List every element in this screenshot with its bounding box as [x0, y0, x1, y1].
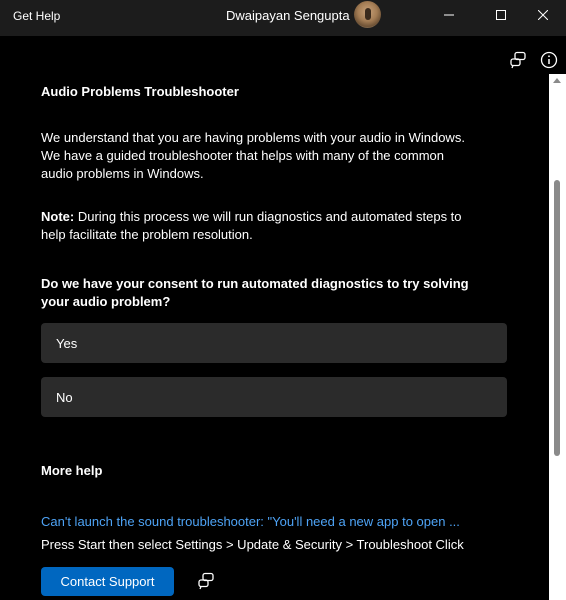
note-text: Note: During this process we will run di… — [41, 208, 471, 244]
yes-option[interactable]: Yes — [41, 323, 507, 363]
minimize-button[interactable] — [426, 0, 472, 30]
maximize-icon — [496, 10, 506, 20]
info-button[interactable] — [539, 50, 559, 70]
scroll-thumb[interactable] — [554, 180, 560, 456]
info-icon — [540, 51, 558, 69]
scroll-up-arrow-icon[interactable] — [553, 78, 561, 83]
vertical-scrollbar[interactable] — [549, 74, 566, 600]
close-icon — [538, 10, 548, 20]
help-article-description: Press Start then select Settings > Updat… — [41, 537, 464, 552]
no-label: No — [56, 389, 73, 405]
feedback-icon — [510, 51, 526, 69]
help-article-link[interactable]: Can't launch the sound troubleshooter: "… — [41, 514, 481, 529]
yes-label: Yes — [56, 335, 78, 351]
avatar[interactable] — [354, 1, 381, 28]
note-body: During this process we will run diagnost… — [41, 209, 462, 242]
close-button[interactable] — [520, 0, 566, 30]
note-label: Note: — [41, 209, 75, 224]
intro-text: We understand that you are having proble… — [41, 130, 465, 181]
more-help-heading: More help — [41, 463, 103, 478]
community-button[interactable] — [196, 571, 216, 591]
maximize-button[interactable] — [478, 0, 524, 30]
page-title: Audio Problems Troubleshooter — [41, 84, 239, 99]
contact-support-button[interactable]: Contact Support — [41, 567, 174, 596]
feedback-icon — [198, 572, 214, 590]
consent-question: Do we have your consent to run automated… — [41, 276, 469, 309]
user-name[interactable]: Dwaipayan Sengupta — [226, 8, 350, 23]
title-bar: Get Help Dwaipayan Sengupta — [0, 0, 566, 36]
app-title: Get Help — [13, 9, 61, 23]
no-option[interactable]: No — [41, 377, 507, 417]
minimize-icon — [444, 14, 454, 16]
feedback-button[interactable] — [508, 50, 528, 70]
